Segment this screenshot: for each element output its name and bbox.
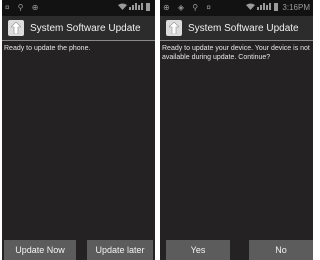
button-bar: Yes No — [160, 238, 313, 260]
button-bar: Update Now Update later — [2, 238, 155, 260]
update-now-button[interactable]: Update Now — [4, 240, 76, 260]
clock: 3:16PM — [282, 3, 310, 12]
dialog-titlebar: System Software Update — [2, 16, 155, 41]
update-later-button[interactable]: Update later — [87, 240, 153, 260]
status-right: 3:16PM — [245, 0, 310, 16]
dialog-title: System Software Update — [30, 22, 141, 34]
update-screen-right: ⊕ ◈ ⚲ ¤ 3:16PM System Software Update Re… — [160, 0, 313, 260]
battery-icon — [274, 3, 279, 11]
status-right — [117, 0, 152, 16]
status-bar: ⊕ ◈ ⚲ ¤ 3:16PM — [160, 0, 313, 16]
battery-icon — [146, 3, 150, 11]
yes-button[interactable]: Yes — [166, 240, 230, 260]
wifi-icon — [245, 3, 257, 12]
upload-arrow-icon — [166, 20, 182, 36]
status-bar: ¤ ⚲ ⊕ — [2, 0, 155, 16]
dialog-message: Ready to update your device. Your device… — [162, 45, 310, 61]
update-screen-left: ¤ ⚲ ⊕ System Software Update Ready to up… — [2, 0, 155, 260]
no-button[interactable]: No — [249, 240, 313, 260]
signal-icon — [128, 0, 143, 16]
notification-icons: ¤ ⚲ ⊕ — [5, 3, 42, 12]
upload-arrow-icon — [8, 20, 24, 36]
dialog-titlebar: System Software Update — [160, 16, 313, 41]
signal-icon — [256, 0, 271, 16]
wifi-icon — [117, 3, 129, 12]
notification-icons: ⊕ ◈ ⚲ ¤ — [163, 3, 214, 12]
dialog-message: Ready to update the phone. — [4, 45, 91, 52]
dialog-title: System Software Update — [188, 22, 299, 34]
